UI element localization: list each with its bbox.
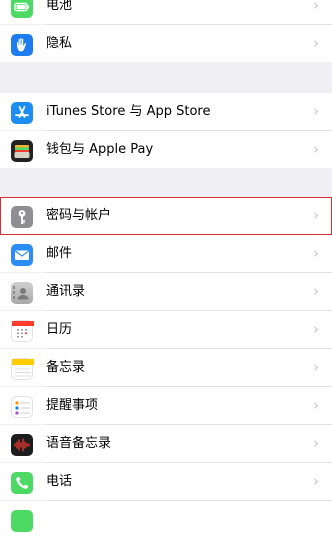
battery-icon (11, 0, 33, 18)
calendar-label: 日历 (46, 322, 73, 337)
chevron-right-icon: › (313, 282, 319, 300)
phone-icon (11, 472, 33, 494)
settings-row-phone[interactable]: 电话 › (0, 463, 332, 500)
notes-label: 备忘录 (46, 360, 86, 375)
privacy-label: 隐私 (46, 36, 73, 51)
settings-row-contacts[interactable]: 通讯录 › (0, 273, 332, 310)
notes-icon (11, 358, 34, 380)
chevron-right-icon: › (313, 396, 319, 414)
settings-row-privacy[interactable]: 隐私 › (0, 25, 332, 62)
settings-row-passwords-accounts[interactable]: 密码与帐户 › (0, 197, 332, 234)
chevron-right-icon: › (313, 102, 319, 120)
chevron-right-icon: › (313, 358, 319, 376)
reminders-label: 提醒事项 (46, 398, 99, 413)
passwords-accounts-label: 密码与帐户 (46, 208, 112, 223)
settings-row-wallet[interactable]: 钱包与 Apple Pay › (0, 131, 332, 168)
wallet-label: 钱包与 Apple Pay (46, 142, 154, 157)
voice-memos-label: 语音备忘录 (46, 436, 112, 451)
settings-row-voice-memos[interactable]: 语音备忘录 › (0, 425, 332, 462)
wallet-icon (11, 140, 33, 162)
itunes-app-store-label: iTunes Store 与 App Store (46, 104, 211, 119)
chevron-right-icon: › (313, 0, 319, 14)
battery-label: 电池 (46, 0, 73, 13)
key-icon (11, 206, 33, 228)
settings-row-battery[interactable]: 电池 › (0, 0, 332, 24)
settings-row-itunes-app-store[interactable]: iTunes Store 与 App Store › (0, 93, 332, 130)
settings-row-calendar[interactable]: 日历 › (0, 311, 332, 348)
calendar-icon (11, 320, 34, 342)
contacts-icon (11, 282, 33, 304)
settings-row-mail[interactable]: 邮件 › (0, 235, 332, 272)
facetime-icon (11, 510, 33, 532)
mail-icon (11, 244, 33, 266)
chevron-right-icon: › (313, 34, 319, 52)
contacts-label: 通讯录 (46, 284, 86, 299)
hand-icon (11, 34, 33, 56)
settings-row-notes[interactable]: 备忘录 › (0, 349, 332, 386)
settings-row-reminders[interactable]: 提醒事项 › (0, 387, 332, 424)
reminders-icon (11, 396, 33, 418)
chevron-right-icon: › (313, 434, 319, 452)
chevron-right-icon: › (313, 472, 319, 490)
chevron-right-icon: › (313, 244, 319, 262)
app-store-icon (11, 102, 33, 124)
phone-label: 电话 (46, 474, 73, 489)
chevron-right-icon: › (313, 320, 319, 338)
chevron-right-icon: › (313, 206, 319, 224)
chevron-right-icon: › (313, 140, 319, 158)
mail-label: 邮件 (46, 246, 73, 261)
voice-memos-icon (11, 434, 33, 456)
